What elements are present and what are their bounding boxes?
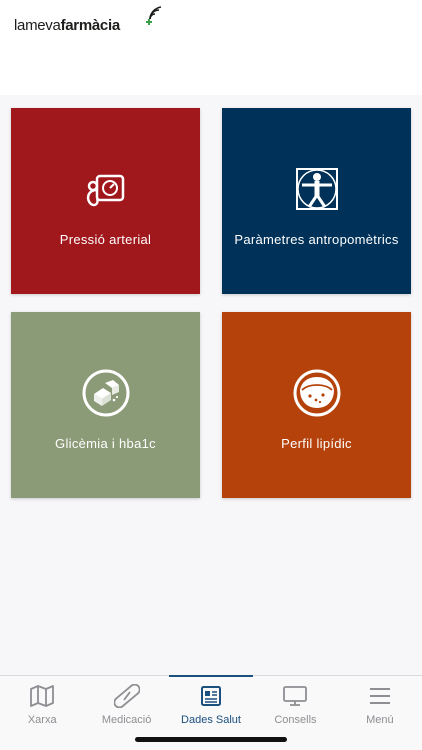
tab-label: Menú: [366, 714, 394, 726]
tile-label: Perfil lipídic: [281, 435, 352, 451]
app-logo: lamevafarmàcia: [14, 6, 162, 36]
pharmacy-signal-icon: [146, 6, 162, 25]
pill-icon: [113, 684, 140, 708]
tab-label: Consells: [274, 714, 317, 726]
tile-label: Paràmetres antropomètrics: [234, 231, 399, 247]
tile-lipid-profile[interactable]: Perfil lipídic: [222, 312, 411, 498]
logo-text-bold: farmàcia: [60, 17, 121, 34]
app-header: lamevafarmàcia: [0, 0, 422, 95]
map-icon: [30, 685, 55, 707]
menu-icon: [369, 688, 390, 704]
tile-anthropometric[interactable]: Paràmetres antropomètrics: [222, 108, 411, 294]
tab-xarxa[interactable]: Xarxa: [0, 676, 84, 750]
vitruvian-man-icon: [295, 167, 338, 210]
tab-label: Dades Salut: [181, 714, 241, 726]
health-data-icon: [201, 686, 222, 706]
logo-text-light: lameva: [14, 17, 61, 34]
tab-label: Xarxa: [27, 714, 57, 726]
tab-label: Medicació: [101, 714, 152, 726]
lipid-icon: [293, 369, 340, 416]
health-tiles-grid: Pressió arterial Paràmetres antropomètri…: [0, 95, 422, 675]
tile-label: Glicèmia i hba1c: [55, 435, 156, 451]
sugar-cubes-icon: [82, 369, 129, 416]
tab-menu[interactable]: Menú: [338, 676, 422, 750]
blood-pressure-icon: [86, 174, 124, 206]
tile-blood-pressure[interactable]: Pressió arterial: [11, 108, 200, 294]
tile-glycemia[interactable]: Glicèmia i hba1c: [11, 312, 200, 498]
tile-label: Pressió arterial: [59, 231, 152, 247]
home-indicator[interactable]: [135, 737, 287, 742]
monitor-icon: [283, 686, 308, 706]
